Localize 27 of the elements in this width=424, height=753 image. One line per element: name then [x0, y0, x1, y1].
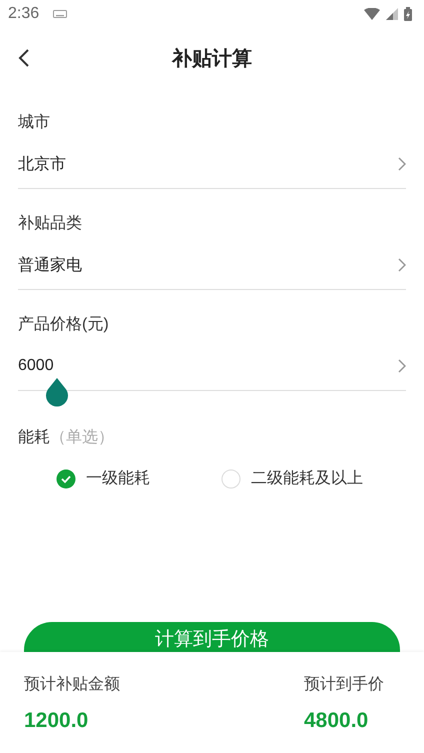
keyboard-icon	[53, 10, 68, 18]
back-icon[interactable]	[18, 48, 30, 68]
result-value: 1200.0	[24, 709, 90, 733]
status-time: 2:36	[8, 5, 40, 23]
option-label[interactable]: 二级能耗及以上	[251, 468, 363, 489]
result-label: 预计到手价	[304, 674, 384, 695]
result-label: 预计补贴金额	[24, 674, 120, 695]
energy-hint: （单选）	[50, 428, 114, 448]
price-value[interactable]: 6000	[18, 357, 54, 375]
battery-icon	[404, 7, 412, 21]
field-label: 补贴品类	[18, 214, 83, 234]
slider-thumb[interactable]	[44, 378, 69, 408]
field-label: 产品价格(元)	[18, 314, 110, 335]
energy-label: 能耗	[18, 428, 50, 448]
radio-button[interactable]	[56, 468, 76, 488]
option-label[interactable]: 一级能耗	[86, 468, 150, 489]
signal-icon	[386, 8, 398, 20]
chevron-icon[interactable]	[398, 258, 406, 272]
select-value[interactable]: 北京市	[18, 154, 66, 174]
chevron-icon[interactable]	[398, 157, 406, 171]
page-title: 补贴计算	[172, 46, 252, 72]
radio-button[interactable]	[221, 468, 241, 488]
result-value: 4800.0	[304, 709, 370, 733]
select-value[interactable]: 普通家电	[18, 254, 82, 276]
field-label: 城市	[18, 112, 51, 133]
wifi-icon	[364, 8, 380, 20]
chevron-icon[interactable]	[398, 359, 406, 373]
